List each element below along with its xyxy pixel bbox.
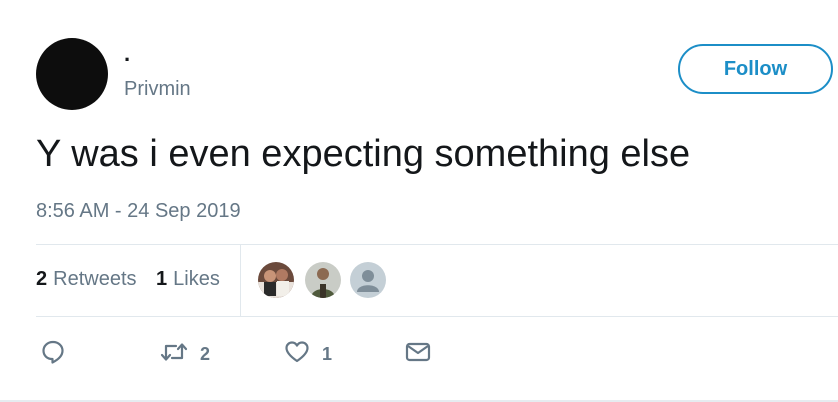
retweet-count: 2	[200, 343, 211, 364]
follow-button[interactable]: Follow	[678, 44, 833, 94]
likes-count: 1	[156, 268, 168, 290]
envelope-icon	[404, 339, 432, 370]
divider	[36, 244, 838, 245]
retweet-button[interactable]: 2	[160, 336, 210, 372]
reply-icon	[40, 339, 66, 370]
tweet-actions: 2 1	[36, 336, 456, 372]
retweets-stat[interactable]: 2 Retweets	[36, 267, 137, 291]
liker-avatar[interactable]	[258, 262, 294, 298]
likes-stat[interactable]: 1 Likes	[156, 267, 220, 291]
liker-avatar[interactable]	[305, 262, 341, 298]
divider	[36, 316, 838, 317]
likes-label: Likes	[173, 268, 220, 290]
retweets-count: 2	[36, 268, 48, 290]
stats-divider	[240, 244, 241, 316]
like-count: 1	[322, 343, 333, 364]
tweet-timestamp[interactable]: 8:56 AM - 24 Sep 2019	[36, 199, 241, 223]
direct-message-button[interactable]	[404, 336, 432, 372]
default-user-avatar[interactable]	[350, 262, 386, 298]
avatar[interactable]	[36, 38, 108, 110]
retweet-icon	[160, 339, 188, 370]
heart-icon	[284, 339, 310, 370]
like-button[interactable]: 1	[284, 336, 332, 372]
tweet-text: Y was i even expecting something else	[36, 133, 691, 175]
display-name[interactable]: .	[124, 42, 130, 66]
user-handle[interactable]: Privmin	[124, 77, 191, 101]
retweets-label: Retweets	[53, 268, 137, 290]
reply-button[interactable]	[40, 336, 66, 372]
